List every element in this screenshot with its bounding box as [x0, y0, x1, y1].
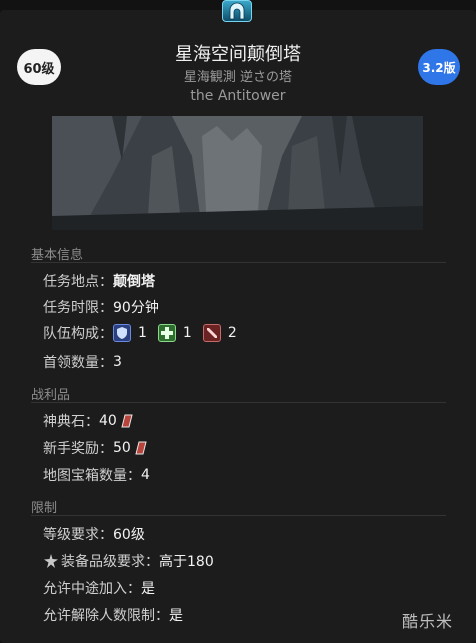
healer-count: 1	[182, 325, 192, 341]
healer-role: 1	[157, 324, 192, 342]
item-level-label: 装备品级要求：	[61, 554, 159, 570]
dungeon-icon	[222, 0, 252, 22]
sword-icon	[202, 324, 221, 342]
cross-icon	[157, 324, 176, 342]
tomestone-icon	[135, 441, 147, 455]
duty-subtitle-japanese: 星海観測 逆さの塔	[183, 70, 293, 85]
level-requirement-label: 等级要求：	[43, 527, 113, 543]
tank-role: 1	[113, 324, 147, 342]
tomestone-label: 神典石：	[43, 414, 99, 430]
map-chest-label: 地图宝箱数量：	[43, 468, 141, 484]
duty-banner-image	[52, 116, 423, 230]
novice-reward-row: 新手奖励： 50	[43, 438, 147, 458]
party-composition-label: 队伍构成：	[43, 326, 113, 342]
duty-title: 星海空间颠倒塔	[175, 44, 301, 65]
unrestricted-party-label: 允许解除人数限制：	[43, 608, 169, 624]
dps-count: 2	[227, 325, 237, 341]
time-limit-row: 任务时限： 90分钟	[43, 297, 159, 317]
gear-star-icon	[44, 554, 58, 568]
item-level-row: 装备品级要求： 高于180	[43, 551, 214, 571]
tomestone-row: 神典石： 40	[43, 411, 133, 431]
tomestone-value: 40	[99, 413, 117, 429]
join-in-progress-row: 允许中途加入： 是	[43, 578, 155, 598]
location-row: 任务地点： 颠倒塔	[43, 271, 155, 291]
dps-role: 2	[202, 324, 237, 342]
section-limits-title: 限制	[31, 501, 58, 516]
party-composition-row: 队伍构成： 1 1 2	[43, 323, 248, 343]
section-basic-title: 基本信息	[31, 248, 84, 263]
map-chest-value: 4	[141, 467, 150, 483]
time-limit-value: 90分钟	[113, 300, 159, 316]
unrestricted-party-row: 允许解除人数限制： 是	[43, 605, 183, 625]
boss-count-row: 首领数量： 3	[43, 352, 122, 372]
join-in-progress-label: 允许中途加入：	[43, 581, 141, 597]
section-loot-divider	[31, 402, 446, 403]
location-label: 任务地点：	[43, 274, 113, 290]
novice-reward-value: 50	[113, 440, 131, 456]
map-chest-row: 地图宝箱数量： 4	[43, 465, 150, 485]
novice-reward-label: 新手奖励：	[43, 441, 113, 457]
unrestricted-party-value: 是	[169, 608, 183, 624]
section-limits-divider	[31, 515, 446, 516]
level-requirement-row: 等级要求： 60级	[43, 524, 145, 544]
location-value: 颠倒塔	[113, 274, 155, 290]
section-basic-divider	[31, 262, 446, 263]
section-loot-title: 战利品	[31, 388, 71, 403]
shield-icon	[113, 324, 131, 342]
tomestone-icon	[121, 414, 133, 428]
item-level-value: 高于180	[159, 554, 214, 570]
level-requirement-value: 60级	[113, 527, 145, 543]
watermark: 酷乐米	[402, 612, 454, 631]
boss-count-label: 首领数量：	[43, 355, 113, 371]
duty-subtitle-english: the Antitower	[190, 88, 286, 104]
join-in-progress-value: 是	[141, 581, 155, 597]
time-limit-label: 任务时限：	[43, 300, 113, 316]
boss-count-value: 3	[113, 354, 122, 370]
tank-count: 1	[138, 325, 147, 341]
